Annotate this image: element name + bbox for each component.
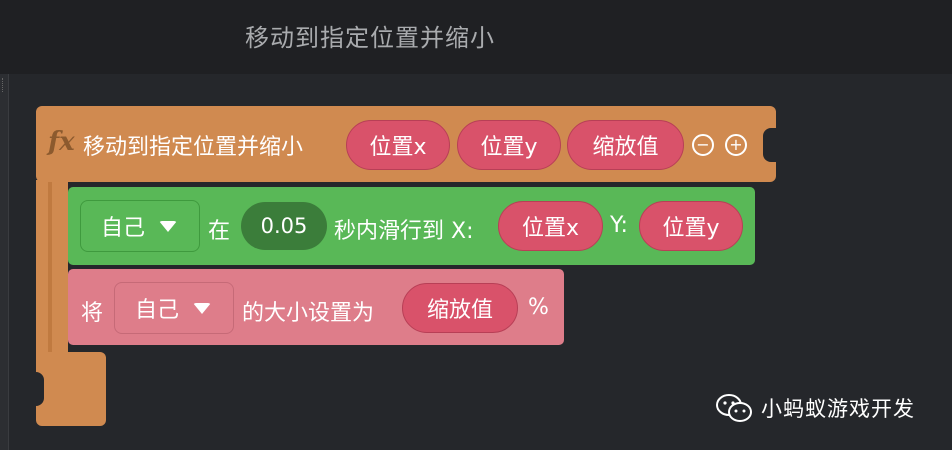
param-scale-value[interactable]: 缩放值 <box>567 120 684 170</box>
param-position-y[interactable]: 位置y <box>457 120 561 170</box>
watermark: 小蚂蚁游戏开发 <box>715 393 915 423</box>
glide-x-param[interactable]: 位置x <box>498 201 603 251</box>
function-block-spine <box>36 180 68 370</box>
glide-in-label: 在 <box>208 219 231 244</box>
glide-y-label: Y: <box>610 213 628 238</box>
add-param-icon[interactable]: + <box>725 134 747 156</box>
set-size-prefix: 将 <box>81 301 104 326</box>
fx-icon: fx <box>48 127 75 157</box>
function-name: 移动到指定位置并缩小 <box>83 135 304 160</box>
glide-target-dropdown[interactable]: 自己 <box>80 200 200 252</box>
glide-y-param[interactable]: 位置y <box>639 201 743 251</box>
dropdown-arrow-icon <box>193 302 212 314</box>
header-bar: 移动到指定位置并缩小 <box>0 0 952 74</box>
remove-param-icon[interactable]: − <box>692 134 714 156</box>
dropdown-arrow-icon <box>159 220 178 232</box>
size-value-param[interactable]: 缩放值 <box>402 283 518 333</box>
block-notch-bottom <box>32 372 44 406</box>
dropdown-value: 自己 <box>101 216 146 241</box>
dropdown-value: 自己 <box>135 298 180 323</box>
wechat-icon <box>716 394 752 422</box>
size-target-dropdown[interactable]: 自己 <box>114 282 234 334</box>
glide-seconds-input[interactable]: 0.05 <box>241 202 327 250</box>
param-position-x[interactable]: 位置x <box>346 120 450 170</box>
watermark-label: 小蚂蚁游戏开发 <box>761 397 915 421</box>
set-size-label: 的大小设置为 <box>242 301 375 326</box>
block-notch <box>763 128 779 162</box>
resize-handle[interactable] <box>2 78 6 92</box>
function-block-bottom[interactable] <box>36 352 106 426</box>
glide-text-label: 秒内滑行到 X: <box>334 219 474 244</box>
page-title: 移动到指定位置并缩小 <box>245 24 495 52</box>
percent-label: % <box>528 295 549 320</box>
